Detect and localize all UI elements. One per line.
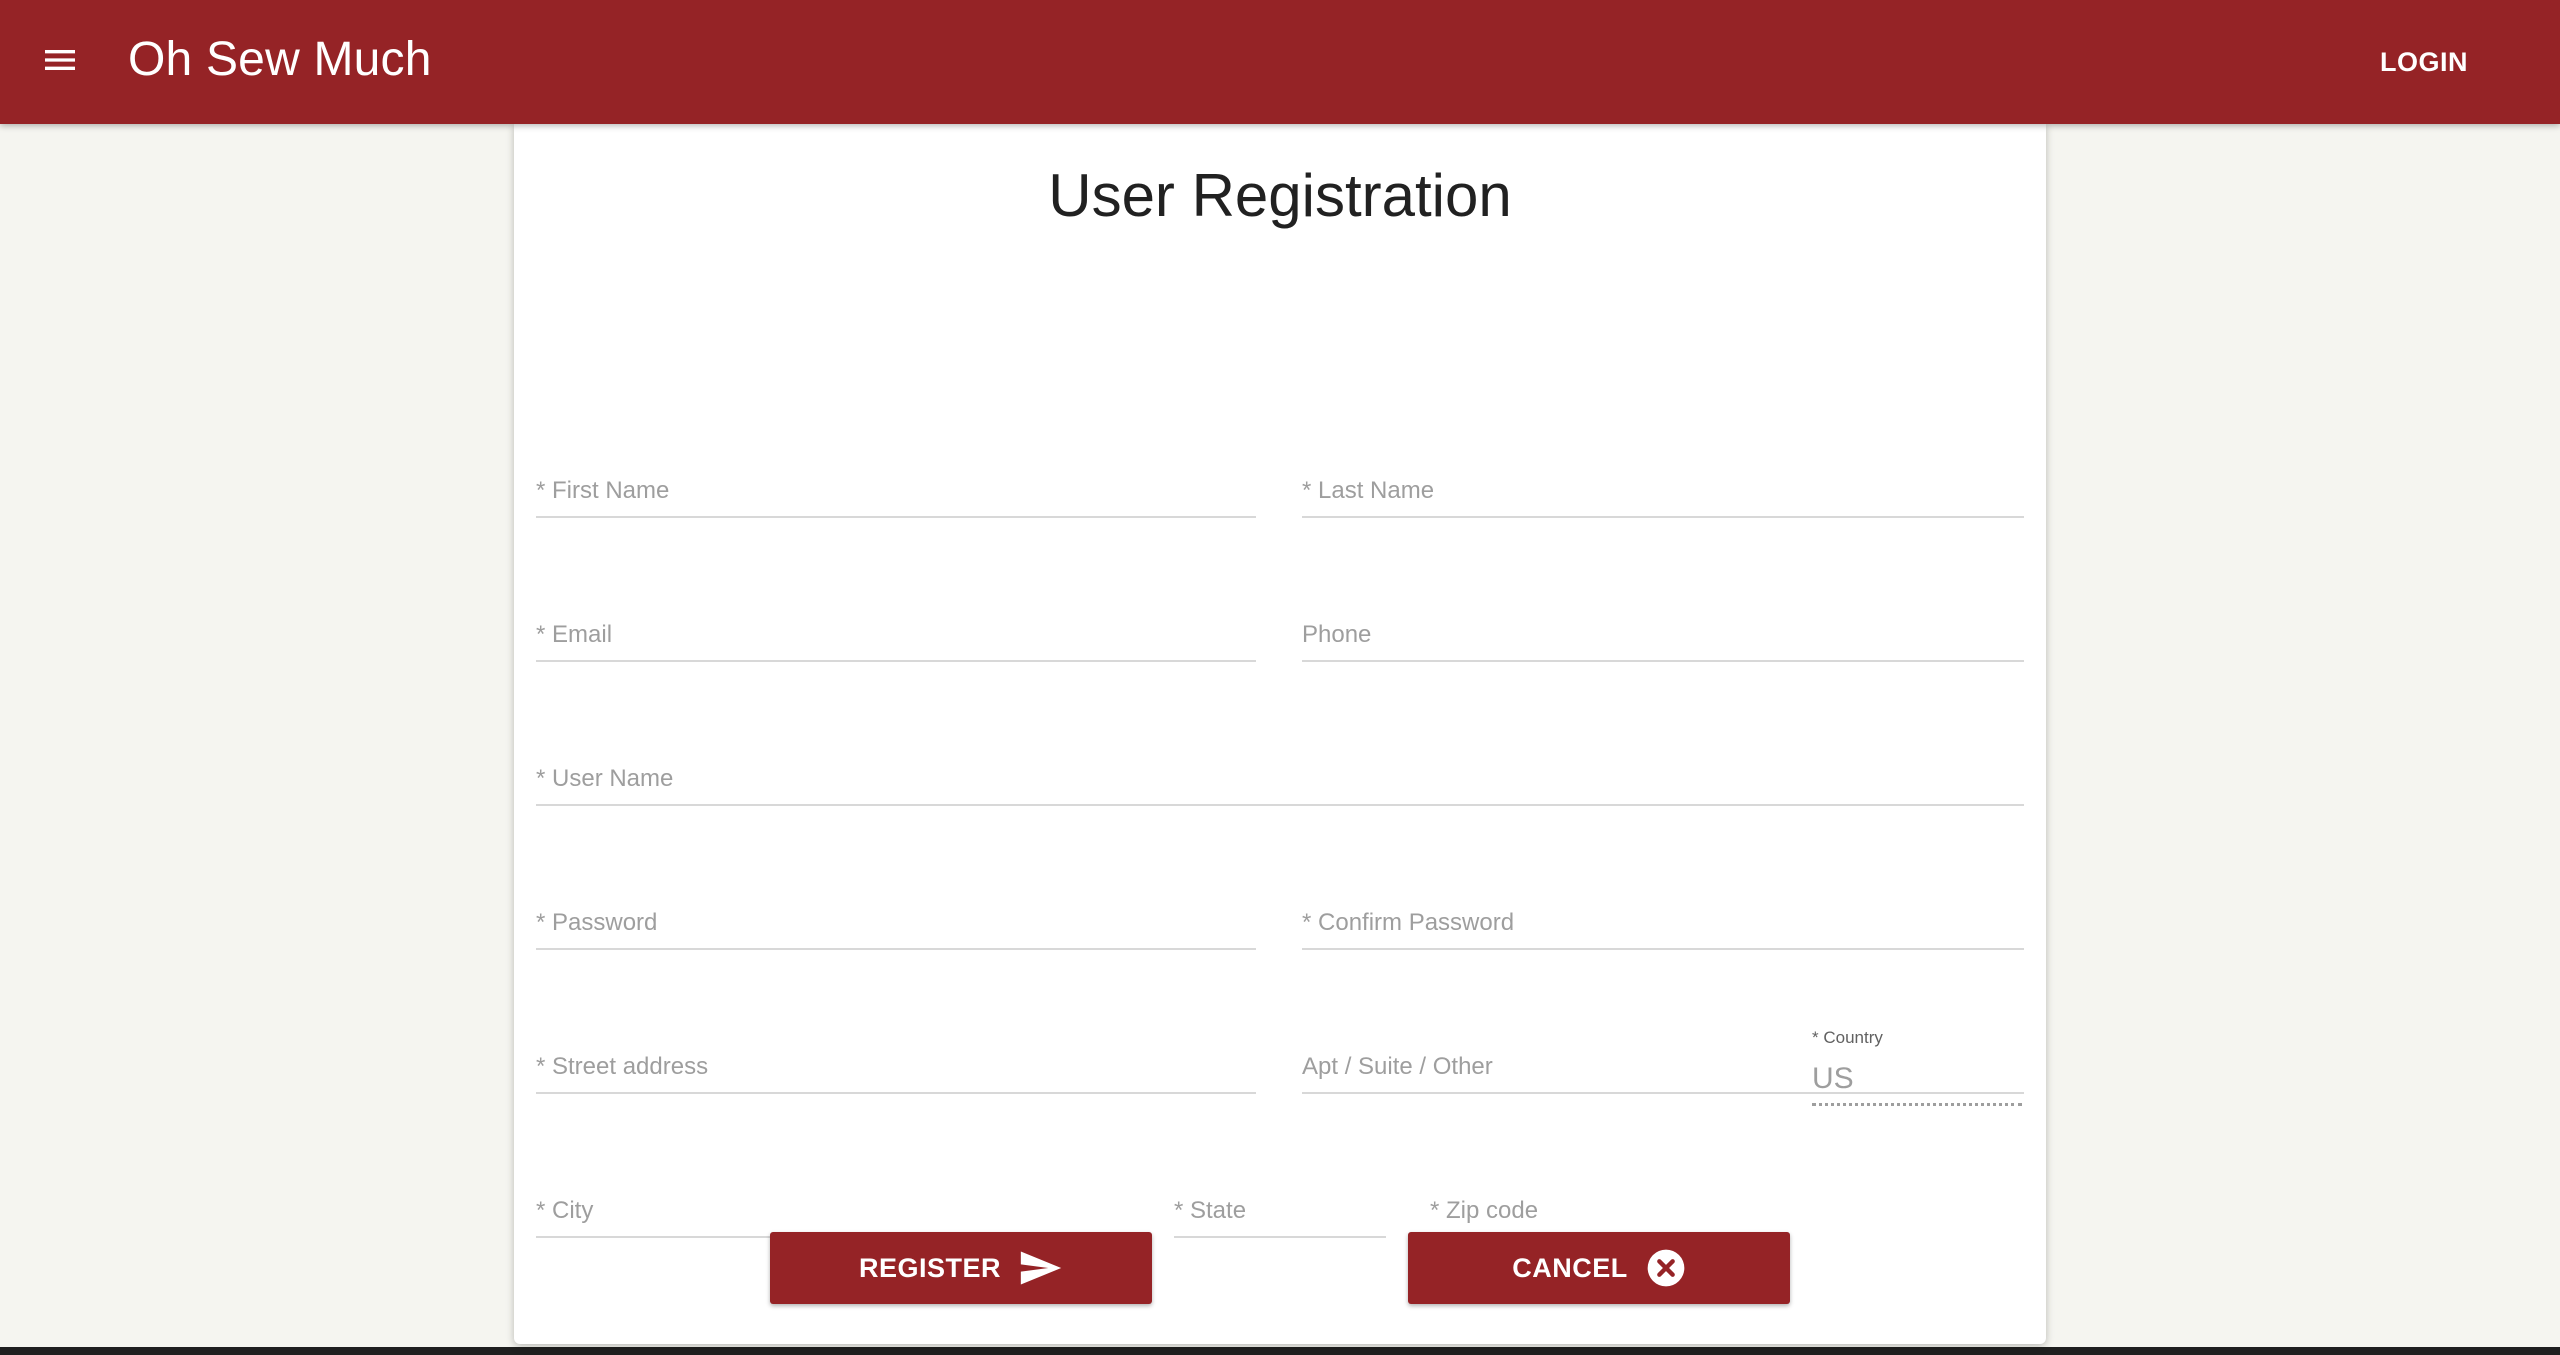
user-name-field bbox=[536, 746, 2024, 806]
hamburger-menu-icon[interactable] bbox=[40, 40, 86, 80]
zip-code-input[interactable] bbox=[1430, 1178, 1768, 1236]
phone-field bbox=[1302, 602, 2024, 662]
confirm-password-field bbox=[1302, 890, 2024, 950]
register-label: REGISTER bbox=[858, 1252, 1002, 1283]
city-input[interactable] bbox=[536, 1178, 1128, 1236]
cancel-circle-icon bbox=[1646, 1248, 1686, 1288]
password-input[interactable] bbox=[536, 890, 1256, 948]
cancel-label: CANCEL bbox=[1512, 1252, 1628, 1283]
password-field bbox=[536, 890, 1256, 950]
state-input[interactable] bbox=[1174, 1178, 1386, 1236]
window-bottom-edge bbox=[0, 1347, 2560, 1355]
phone-input[interactable] bbox=[1302, 602, 2024, 660]
email-input[interactable] bbox=[536, 602, 1256, 660]
country-value: US bbox=[1812, 1062, 1854, 1095]
state-field bbox=[1174, 1178, 1386, 1238]
email-field bbox=[536, 602, 1256, 662]
last-name-input[interactable] bbox=[1302, 458, 2024, 516]
first-name-input[interactable] bbox=[536, 458, 1256, 516]
street-address-input[interactable] bbox=[536, 1034, 1256, 1092]
zip-code-field bbox=[1430, 1178, 1768, 1238]
app-bar: Oh Sew Much LOGIN bbox=[0, 0, 2560, 124]
country-select[interactable]: US bbox=[1812, 1050, 2022, 1106]
login-button[interactable]: LOGIN bbox=[2364, 36, 2484, 88]
first-name-field bbox=[536, 458, 1256, 518]
confirm-password-input[interactable] bbox=[1302, 890, 2024, 948]
country-label: * Country bbox=[1812, 1028, 1883, 1047]
send-icon bbox=[1019, 1249, 1063, 1287]
registration-card: User Registration * Country US REGISTER bbox=[514, 124, 2046, 1344]
page-title: User Registration bbox=[1048, 162, 1512, 229]
user-name-input[interactable] bbox=[536, 746, 2024, 804]
street-address-field bbox=[536, 1034, 1256, 1094]
app-title: Oh Sew Much bbox=[128, 33, 432, 86]
last-name-field bbox=[1302, 458, 2024, 518]
cancel-button[interactable]: CANCEL bbox=[1408, 1232, 1790, 1304]
city-field bbox=[536, 1178, 1128, 1238]
register-button[interactable]: REGISTER bbox=[770, 1232, 1152, 1304]
